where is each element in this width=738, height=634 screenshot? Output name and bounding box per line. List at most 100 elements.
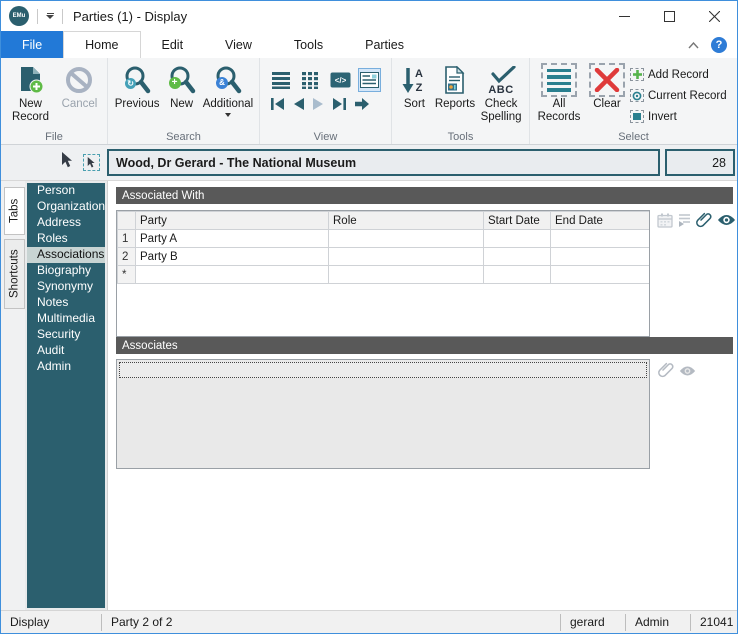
table-row[interactable]: 2 Party B <box>117 247 649 266</box>
section-header-associated-with: Associated With <box>116 187 733 204</box>
sidebar-item-admin[interactable]: Admin <box>27 359 105 375</box>
group-label-select: Select <box>618 131 649 143</box>
sidebar-item-security[interactable]: Security <box>27 327 105 343</box>
cell-role[interactable] <box>328 229 484 248</box>
previous-record-icon[interactable] <box>292 97 305 116</box>
associates-panel <box>116 359 650 469</box>
row-number: 1 <box>117 229 136 248</box>
current-record-button[interactable]: Current Record <box>630 86 727 105</box>
reports-button[interactable]: Reports <box>433 61 477 129</box>
sidebar-item-multimedia[interactable]: Multimedia <box>27 311 105 327</box>
goto-record-icon[interactable] <box>354 97 370 116</box>
invert-selection-button[interactable]: Invert <box>630 107 727 126</box>
next-record-icon[interactable] <box>312 97 325 116</box>
last-record-icon[interactable] <box>332 97 347 116</box>
associates-field[interactable] <box>119 362 647 378</box>
cell-role[interactable] <box>328 247 484 266</box>
rail-tab-tabs[interactable]: Tabs <box>4 187 25 235</box>
view-attachment-eye-icon[interactable] <box>717 213 736 232</box>
cell-end-date[interactable] <box>550 265 649 284</box>
attach-icon-disabled[interactable] <box>657 361 675 384</box>
rail-tab-shortcuts[interactable]: Shortcuts <box>4 239 25 309</box>
previous-search-icon: ↻ <box>122 62 152 98</box>
tab-list: Person Organization Address Roles Associ… <box>25 181 107 610</box>
window-title: Parties (1) - Display <box>73 8 188 24</box>
previous-search-label: Previous <box>114 98 160 110</box>
first-record-icon[interactable] <box>270 97 285 116</box>
clear-selection-button[interactable]: Clear <box>584 61 630 129</box>
help-icon[interactable]: ? <box>711 36 727 53</box>
cell-start-date[interactable] <box>483 247 551 266</box>
tab-file[interactable]: File <box>1 31 64 58</box>
all-records-label: All Records <box>537 98 581 124</box>
tab-parties[interactable]: Parties <box>344 31 425 58</box>
sidebar-item-biography[interactable]: Biography <box>27 263 105 279</box>
sidebar-item-person[interactable]: Person <box>27 183 105 199</box>
ribbon: New Record Cancel File ↻ Previous + New … <box>1 58 737 145</box>
insert-icon[interactable] <box>677 213 691 233</box>
add-record-button[interactable]: Add Record <box>630 65 727 84</box>
sidebar-item-address[interactable]: Address <box>27 215 105 231</box>
all-records-button[interactable]: All Records <box>534 61 584 129</box>
quick-access-dropdown-icon[interactable] <box>46 13 54 19</box>
previous-search-button[interactable]: ↻ Previous <box>112 61 162 129</box>
titlebar-separator <box>37 8 38 24</box>
column-header-role[interactable]: Role <box>328 211 484 230</box>
cell-party[interactable]: Party B <box>135 247 329 266</box>
cell-party[interactable]: Party A <box>135 229 329 248</box>
check-spelling-button[interactable]: ABC Check Spelling <box>477 61 525 129</box>
current-record-icon <box>630 89 644 102</box>
table-new-row[interactable]: * <box>117 265 649 284</box>
column-header-end-date[interactable]: End Date <box>550 211 649 230</box>
cell-role[interactable] <box>328 265 484 284</box>
cell-party[interactable] <box>135 265 329 284</box>
xml-view-button[interactable]: </> <box>329 68 351 92</box>
new-search-button[interactable]: + New <box>162 61 201 129</box>
grid-view-button[interactable] <box>299 68 321 92</box>
sort-button[interactable]: A Z Sort <box>396 61 433 129</box>
sidebar-item-roles[interactable]: Roles <box>27 231 105 247</box>
sort-label: Sort <box>403 98 425 110</box>
new-search-label: New <box>170 98 194 110</box>
group-label-file: File <box>45 131 63 143</box>
sidebar-item-organization[interactable]: Organization <box>27 199 105 215</box>
minimize-button[interactable] <box>602 1 647 31</box>
sidebar-item-notes[interactable]: Notes <box>27 295 105 311</box>
invert-selection-label: Invert <box>648 110 677 123</box>
collapse-ribbon-icon[interactable] <box>688 36 699 54</box>
additional-search-icon: & <box>213 62 243 98</box>
sidebar-item-synonymy[interactable]: Synonymy <box>27 279 105 295</box>
tab-home[interactable]: Home <box>63 31 141 58</box>
cell-start-date[interactable] <box>483 229 551 248</box>
body: Tabs Shortcuts Person Organization Addre… <box>1 180 737 610</box>
additional-search-button[interactable]: & Additional <box>201 61 255 129</box>
view-attachment-eye-icon-disabled[interactable] <box>679 364 696 382</box>
new-row-marker: * <box>117 265 136 284</box>
clear-selection-label: Clear <box>593 98 621 110</box>
tab-edit[interactable]: Edit <box>141 31 205 58</box>
status-code: 21041 <box>700 615 734 629</box>
sidebar-item-audit[interactable]: Audit <box>27 343 105 359</box>
cell-end-date[interactable] <box>550 247 649 266</box>
list-view-button[interactable] <box>270 68 292 92</box>
column-header-start-date[interactable]: Start Date <box>483 211 551 230</box>
maximize-button[interactable] <box>647 1 692 31</box>
tab-view[interactable]: View <box>204 31 273 58</box>
cell-end-date[interactable] <box>550 229 649 248</box>
status-mode: Display <box>10 615 50 629</box>
table-row[interactable]: 1 Party A <box>117 229 649 248</box>
details-view-button[interactable] <box>358 68 381 92</box>
range-select-icon[interactable] <box>83 154 100 171</box>
record-number: 28 <box>665 149 735 176</box>
cell-start-date[interactable] <box>483 265 551 284</box>
app-logo-icon[interactable]: EMu <box>9 6 29 26</box>
cancel-button[interactable]: Cancel <box>56 61 103 129</box>
sidebar-item-associations[interactable]: Associations <box>27 247 105 263</box>
attach-icon[interactable] <box>695 211 713 234</box>
new-record-button[interactable]: New Record <box>5 61 56 129</box>
close-button[interactable] <box>692 1 737 31</box>
column-header-party[interactable]: Party <box>135 211 329 230</box>
select-cursor-icon[interactable] <box>61 152 74 173</box>
calendar-icon[interactable] <box>657 213 673 233</box>
tab-tools[interactable]: Tools <box>273 31 344 58</box>
